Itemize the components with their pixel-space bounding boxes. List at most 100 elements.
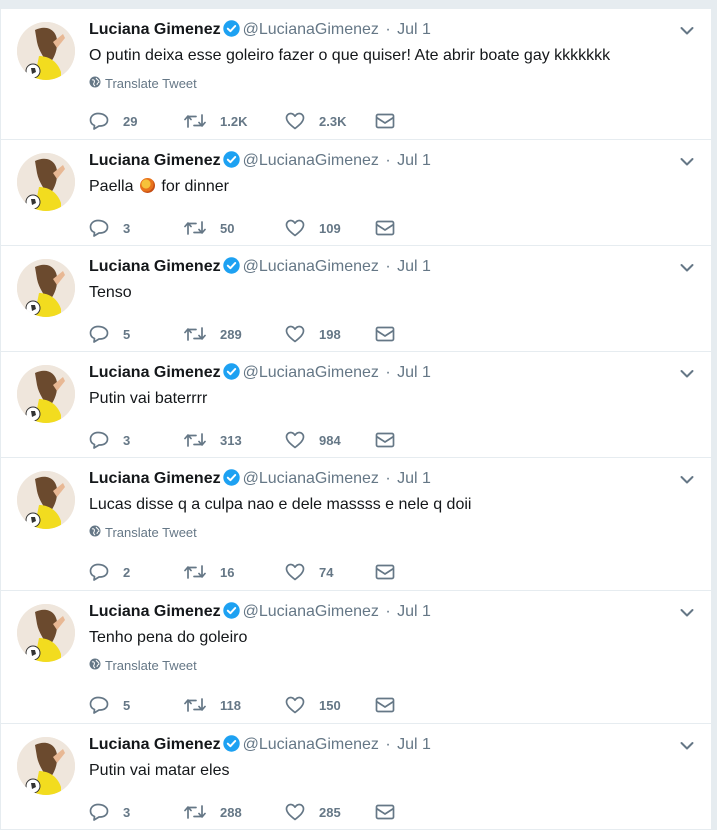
- reply-button[interactable]: 2: [89, 563, 184, 581]
- reply-button[interactable]: 29: [89, 112, 184, 130]
- display-name[interactable]: Luciana Gimenez: [89, 152, 221, 169]
- reply-icon: [89, 325, 109, 343]
- like-button[interactable]: 109: [285, 219, 375, 237]
- chevron-down-icon[interactable]: [679, 366, 695, 382]
- reply-button[interactable]: 3: [89, 219, 184, 237]
- handle[interactable]: @LucianaGimenez: [243, 603, 379, 620]
- tweet[interactable]: Luciana Gimenez @LucianaGimenez · Jul 1 T…: [1, 591, 711, 724]
- reply-button[interactable]: 5: [89, 325, 184, 343]
- avatar[interactable]: [17, 22, 75, 80]
- reply-button[interactable]: 5: [89, 696, 184, 714]
- avatar[interactable]: [17, 259, 75, 317]
- direct-message-button[interactable]: [375, 804, 395, 820]
- retweet-button[interactable]: 1.2K: [184, 113, 285, 129]
- tweet[interactable]: Luciana Gimenez @LucianaGimenez · Jul 1 L…: [1, 458, 711, 591]
- handle[interactable]: @LucianaGimenez: [243, 21, 379, 38]
- tweet-text: Tenso: [89, 284, 132, 301]
- reply-button[interactable]: 3: [89, 431, 184, 449]
- retweet-button[interactable]: 118: [184, 697, 285, 713]
- avatar[interactable]: [17, 737, 75, 795]
- reply-button[interactable]: 3: [89, 803, 184, 821]
- retweet-button[interactable]: 50: [184, 220, 285, 236]
- tweet-header: Luciana Gimenez @LucianaGimenez · Jul 1: [89, 19, 699, 44]
- retweet-button[interactable]: 16: [184, 564, 285, 580]
- timestamp[interactable]: Jul 1: [397, 470, 431, 487]
- translate-label: Translate Tweet: [105, 658, 197, 673]
- retweet-icon: [184, 432, 206, 448]
- display-name[interactable]: Luciana Gimenez: [89, 470, 221, 487]
- like-button[interactable]: 74: [285, 563, 375, 581]
- chevron-down-icon[interactable]: [679, 605, 695, 621]
- direct-message-button[interactable]: [375, 220, 395, 236]
- tweet-actions: 5 289 198: [89, 324, 699, 344]
- handle[interactable]: @LucianaGimenez: [243, 736, 379, 753]
- retweet-button[interactable]: 289: [184, 326, 285, 342]
- tweet[interactable]: Luciana Gimenez @LucianaGimenez · Jul 1 P…: [1, 352, 711, 458]
- retweet-icon: [184, 220, 206, 236]
- like-count: 2.3K: [319, 113, 347, 129]
- like-button[interactable]: 984: [285, 431, 375, 449]
- like-button[interactable]: 285: [285, 803, 375, 821]
- heart-icon: [285, 803, 305, 821]
- reply-icon: [89, 112, 109, 130]
- display-name[interactable]: Luciana Gimenez: [89, 603, 221, 620]
- retweet-icon: [184, 564, 206, 580]
- verified-badge-icon: [222, 20, 240, 44]
- display-name[interactable]: Luciana Gimenez: [89, 21, 221, 38]
- timestamp[interactable]: Jul 1: [397, 736, 431, 753]
- direct-message-button[interactable]: [375, 432, 395, 448]
- handle[interactable]: @LucianaGimenez: [243, 258, 379, 275]
- retweet-icon: [184, 326, 206, 342]
- separator-dot: ·: [385, 258, 391, 275]
- translate-tweet-link[interactable]: Translate Tweet: [89, 76, 197, 92]
- timestamp[interactable]: Jul 1: [397, 152, 431, 169]
- reply-icon: [89, 563, 109, 581]
- chevron-down-icon[interactable]: [679, 260, 695, 276]
- handle[interactable]: @LucianaGimenez: [243, 152, 379, 169]
- like-count: 984: [319, 432, 341, 448]
- handle[interactable]: @LucianaGimenez: [243, 364, 379, 381]
- display-name[interactable]: Luciana Gimenez: [89, 364, 221, 381]
- chevron-down-icon[interactable]: [679, 23, 695, 39]
- retweet-icon: [184, 697, 206, 713]
- chevron-down-icon[interactable]: [679, 738, 695, 754]
- translate-tweet-link[interactable]: Translate Tweet: [89, 658, 197, 674]
- tweet[interactable]: Luciana Gimenez @LucianaGimenez · Jul 1 P…: [1, 140, 711, 246]
- tweet[interactable]: Luciana Gimenez @LucianaGimenez · Jul 1 P…: [1, 724, 711, 830]
- direct-message-button[interactable]: [375, 113, 395, 129]
- avatar[interactable]: [17, 604, 75, 662]
- like-button[interactable]: 198: [285, 325, 375, 343]
- avatar[interactable]: [17, 471, 75, 529]
- retweet-count: 289: [220, 326, 242, 342]
- avatar[interactable]: [17, 365, 75, 423]
- display-name[interactable]: Luciana Gimenez: [89, 736, 221, 753]
- handle[interactable]: @LucianaGimenez: [243, 470, 379, 487]
- chevron-down-icon[interactable]: [679, 154, 695, 170]
- retweet-button[interactable]: 288: [184, 804, 285, 820]
- like-button[interactable]: 150: [285, 696, 375, 714]
- envelope-icon: [375, 432, 395, 448]
- separator-dot: ·: [385, 736, 391, 753]
- like-count: 285: [319, 804, 341, 820]
- tweet[interactable]: Luciana Gimenez @LucianaGimenez · Jul 1 T…: [1, 246, 711, 352]
- retweet-button[interactable]: 313: [184, 432, 285, 448]
- timestamp[interactable]: Jul 1: [397, 21, 431, 38]
- timestamp[interactable]: Jul 1: [397, 603, 431, 620]
- like-count: 74: [319, 564, 334, 580]
- direct-message-button[interactable]: [375, 564, 395, 580]
- direct-message-button[interactable]: [375, 697, 395, 713]
- tweet-actions: 3 288 285: [89, 802, 699, 822]
- paella-emoji-icon: [139, 178, 155, 193]
- retweet-count: 288: [220, 804, 242, 820]
- timestamp[interactable]: Jul 1: [397, 364, 431, 381]
- tweet[interactable]: Luciana Gimenez @LucianaGimenez · Jul 1 O…: [1, 9, 711, 140]
- display-name[interactable]: Luciana Gimenez: [89, 258, 221, 275]
- tweet-text-part: for dinner: [161, 178, 229, 195]
- avatar[interactable]: [17, 153, 75, 211]
- timestamp[interactable]: Jul 1: [397, 258, 431, 275]
- like-button[interactable]: 2.3K: [285, 112, 375, 130]
- translate-tweet-link[interactable]: Translate Tweet: [89, 525, 197, 541]
- tweet-header: Luciana Gimenez @LucianaGimenez · Jul 1: [89, 734, 699, 759]
- chevron-down-icon[interactable]: [679, 472, 695, 488]
- direct-message-button[interactable]: [375, 326, 395, 342]
